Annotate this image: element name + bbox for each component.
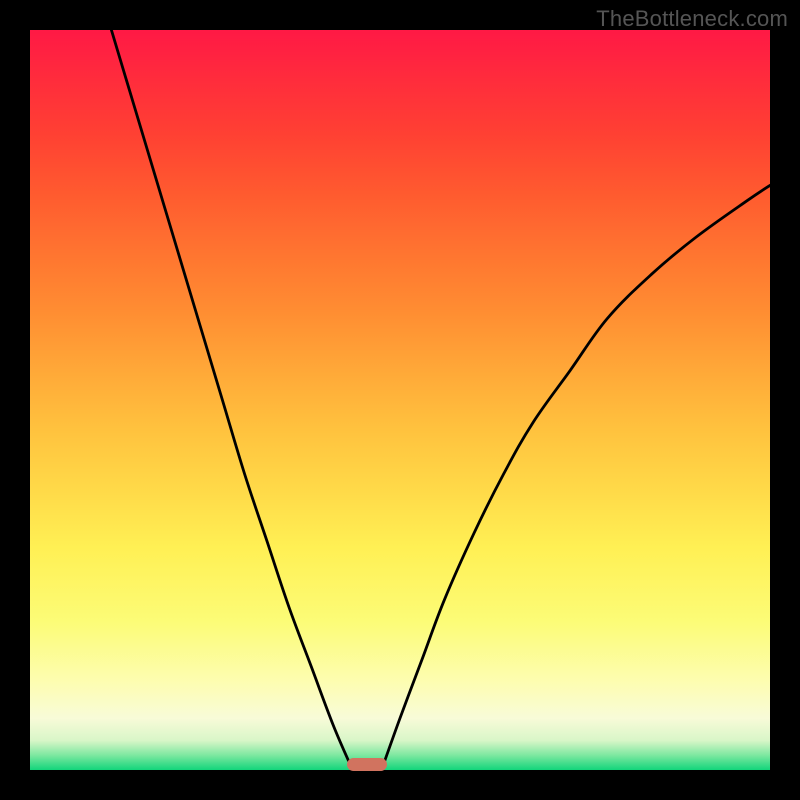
curve-svg [30, 30, 770, 770]
optimum-marker [347, 758, 387, 771]
plot-area [30, 30, 770, 770]
right-branch-curve [382, 185, 771, 770]
watermark-text: TheBottleneck.com [596, 6, 788, 32]
chart-frame: TheBottleneck.com [0, 0, 800, 800]
left-branch-curve [111, 30, 352, 770]
